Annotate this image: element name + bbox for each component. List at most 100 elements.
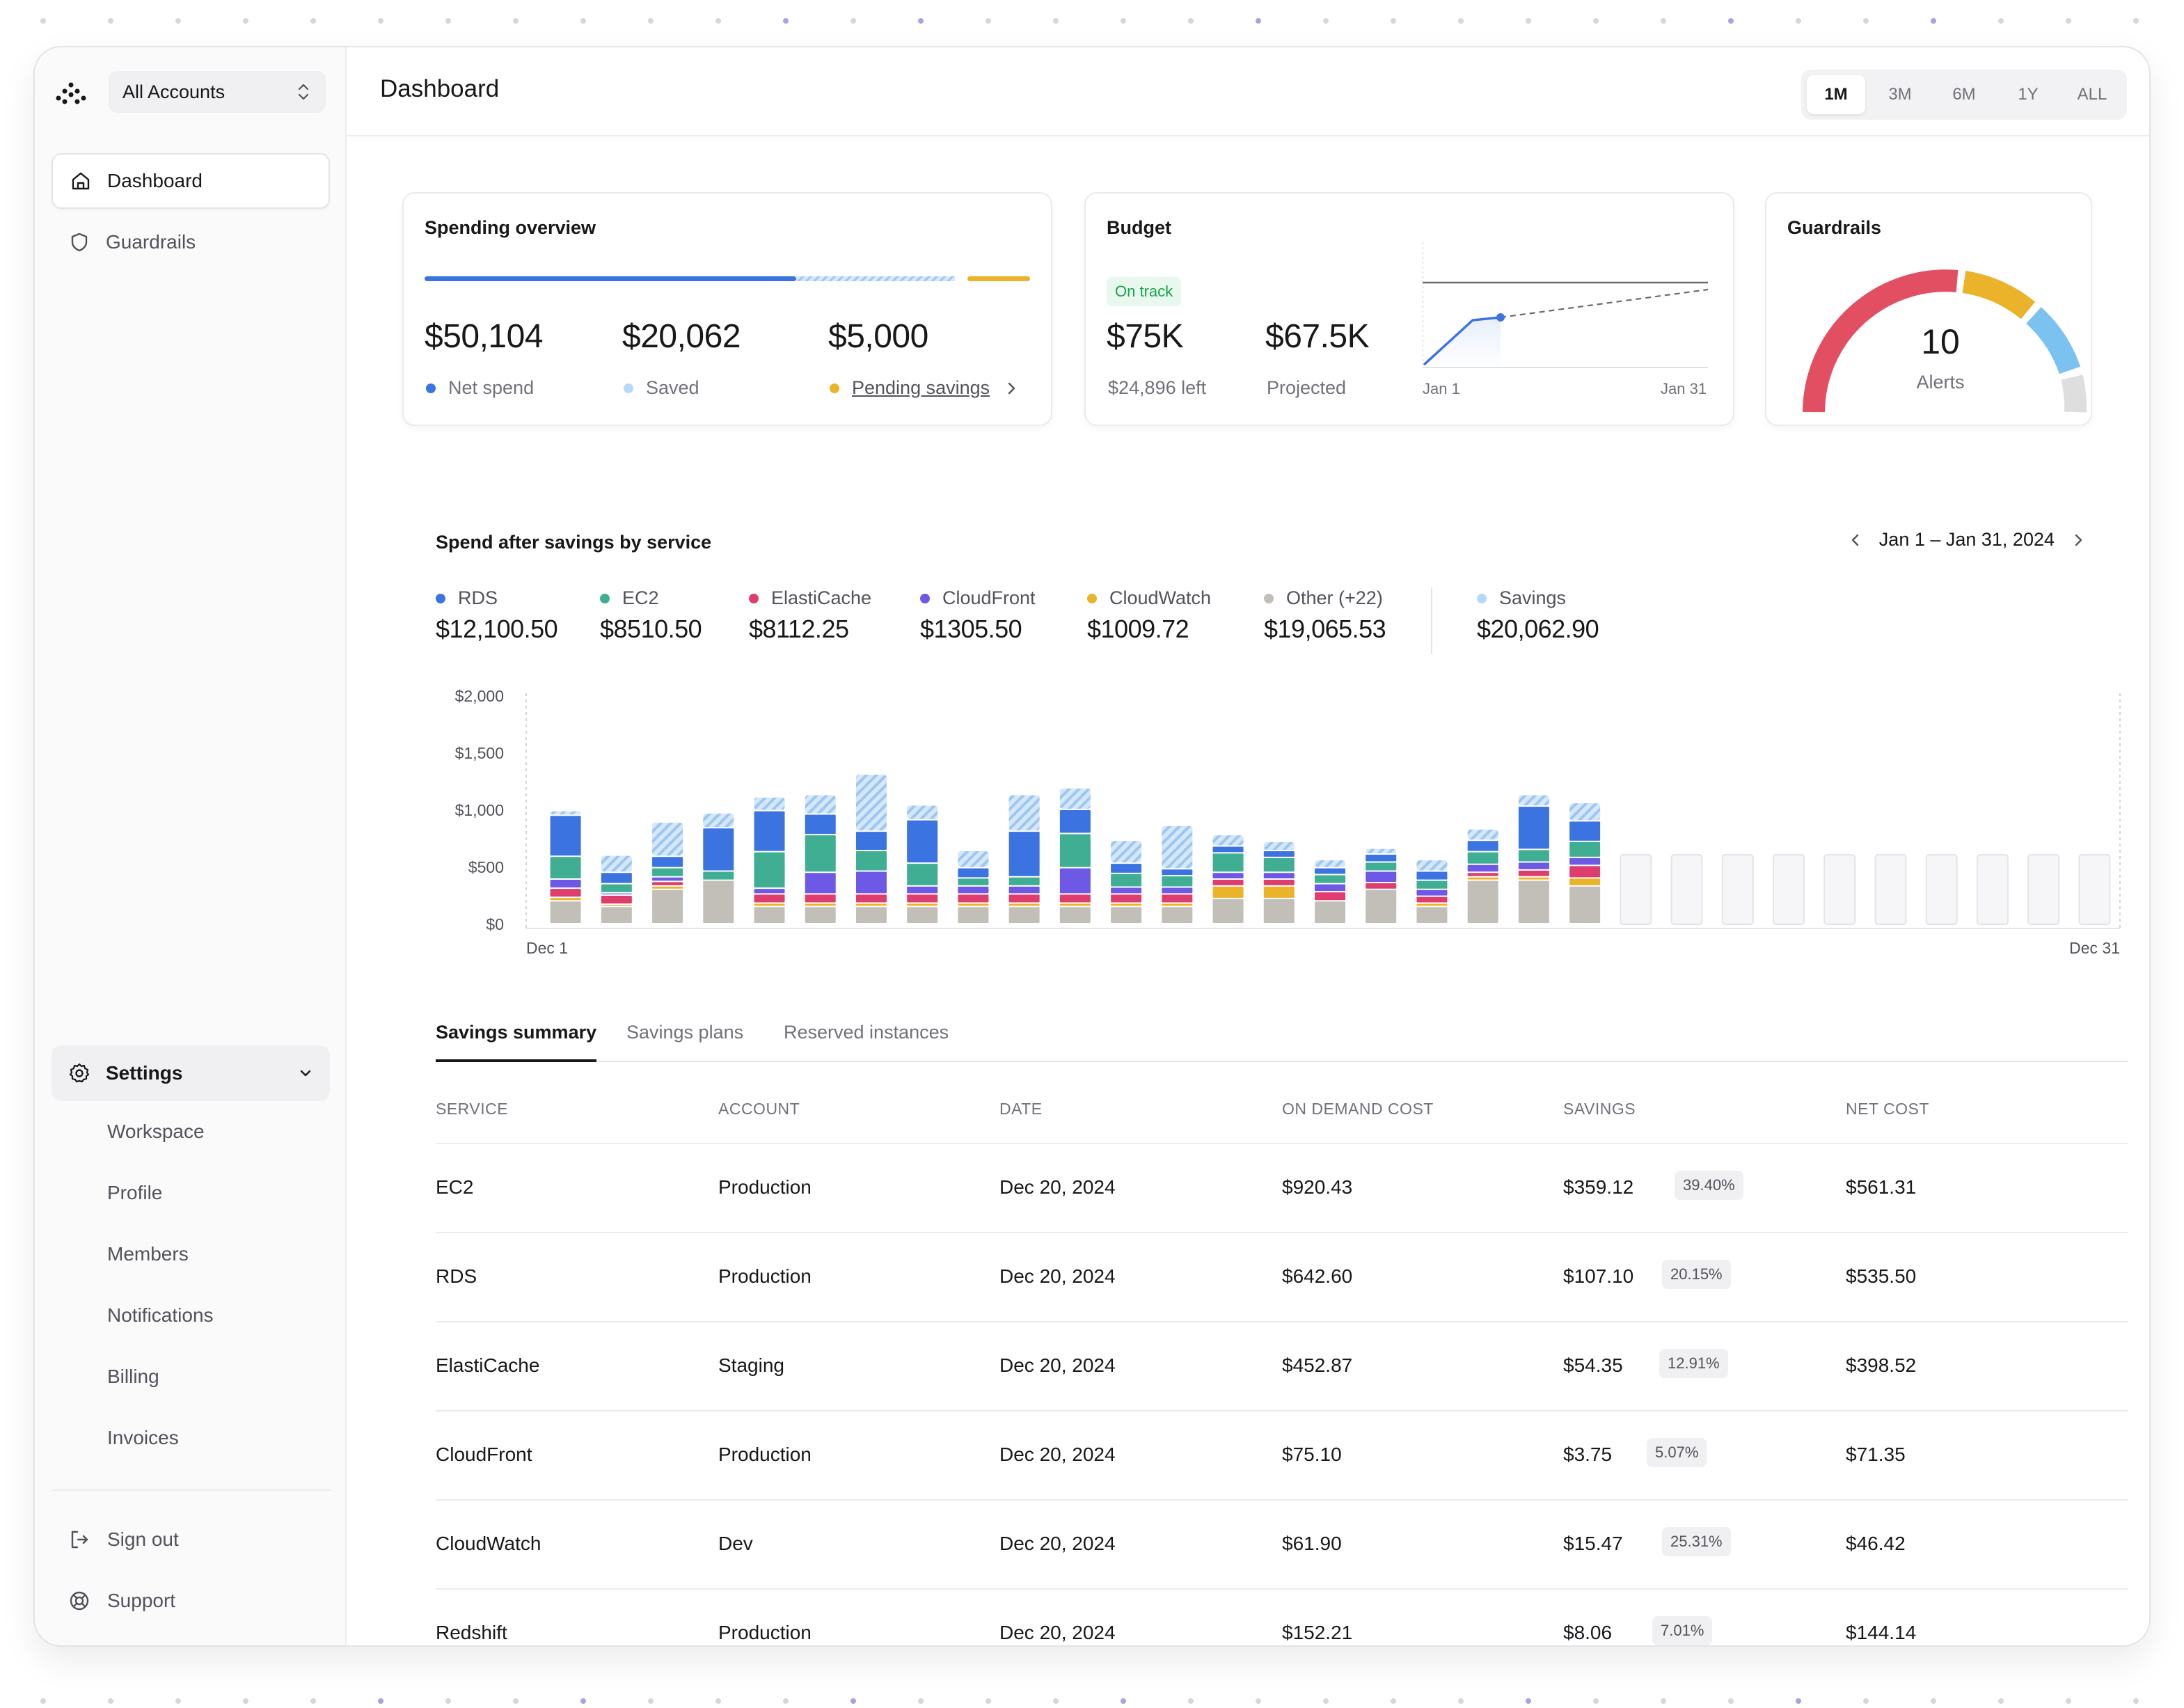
- savings-cell: $3.75: [1563, 1444, 1613, 1465]
- table-row[interactable]: CloudFront Production Dec 20, 2024 $75.10 $3…: [436, 1410, 2128, 1499]
- savings-cell: $8.06: [1563, 1622, 1613, 1643]
- decorative-dot: [1256, 18, 1261, 24]
- savings-percent-badge: 7.01%: [1652, 1616, 1713, 1645]
- decorative-dot: [986, 18, 991, 24]
- net-cost-cell: $71.35: [1846, 1444, 1906, 1465]
- bar-segment-elasticache: [1008, 894, 1040, 903]
- tab-reserved-instances[interactable]: Reserved instances: [784, 1022, 949, 1062]
- decorative-dot: [648, 18, 654, 24]
- table-row[interactable]: ElastiCache Staging Dec 20, 2024 $452.87 $54…: [436, 1321, 2128, 1410]
- date-cell: Dec 20, 2024: [999, 1622, 1116, 1643]
- bar-segment-ec2: [1162, 876, 1193, 887]
- net-cost-cell: $144.14: [1846, 1622, 1917, 1643]
- table-row[interactable]: RDS Production Dec 20, 2024 $642.60 $107.10 $…: [436, 1232, 2128, 1321]
- saved-segment: [796, 276, 955, 281]
- bar-segment-rds: [1263, 851, 1295, 857]
- guardrails-card-title: Guardrails: [1787, 217, 1882, 238]
- column-header-account[interactable]: ACCOUNT: [718, 1100, 800, 1118]
- support-button[interactable]: Support: [68, 1590, 175, 1612]
- decorative-dot: [243, 1698, 248, 1704]
- range-3m-button[interactable]: 3M: [1871, 75, 1929, 114]
- bar-segment-other: [958, 907, 989, 923]
- tab-savings-summary[interactable]: Savings summary: [436, 1022, 597, 1062]
- range-1m-button[interactable]: 1M: [1807, 75, 1865, 114]
- account-selector[interactable]: All Accounts: [109, 71, 326, 113]
- savings-cell: $54.35: [1563, 1354, 1623, 1376]
- settings-item-workspace[interactable]: Workspace: [107, 1121, 205, 1143]
- settings-item-billing[interactable]: Billing: [107, 1366, 159, 1388]
- bar-segment-savings: [754, 797, 785, 810]
- sign-out-label: Sign out: [107, 1528, 179, 1550]
- range-6m-button[interactable]: 6M: [1935, 75, 1993, 114]
- sidebar: All Accounts Dashboard Guardrails Settin…: [35, 47, 347, 1645]
- bar-segment-other: [1518, 880, 1549, 923]
- bar-segment-rds: [1569, 821, 1601, 841]
- future-bar-placeholder: [1874, 854, 1907, 925]
- bar-segment-cloudwatch: [1263, 886, 1295, 898]
- tab-savings-plans[interactable]: Savings plans: [626, 1022, 743, 1062]
- account-cell: Production: [718, 1265, 812, 1287]
- bar-segment-cloudfront: [855, 871, 887, 894]
- date-cell: Dec 20, 2024: [999, 1444, 1116, 1465]
- settings-item-members[interactable]: Members: [107, 1243, 189, 1265]
- decorative-dot: [108, 1698, 113, 1704]
- decorative-dot: [1323, 18, 1329, 24]
- projected-value: $67.5K: [1265, 318, 1370, 355]
- column-header-savings[interactable]: SAVINGS: [1563, 1100, 1636, 1118]
- range-1y-button[interactable]: 1Y: [1999, 75, 2057, 114]
- decorative-dot: [2133, 18, 2139, 24]
- table-row[interactable]: CloudWatch Dev Dec 20, 2024 $61.90 $15.47 $46…: [436, 1499, 2128, 1588]
- bar-segment-other: [1111, 907, 1142, 923]
- decorative-dot: [1458, 1698, 1464, 1704]
- decorative-dot: [986, 1698, 991, 1704]
- future-bar-placeholder: [1670, 854, 1703, 925]
- savings-percent-badge: 20.15%: [1662, 1260, 1731, 1289]
- account-cell: Staging: [718, 1354, 784, 1376]
- bar-segment-rds: [1467, 841, 1498, 851]
- range-all-button[interactable]: ALL: [2063, 75, 2121, 114]
- table-row[interactable]: Redshift Production Dec 20, 2024 $152.21 $8.…: [436, 1588, 2128, 1645]
- future-bar-placeholder: [1620, 854, 1652, 925]
- column-header-net-cost[interactable]: NET COST: [1846, 1100, 1929, 1118]
- decorative-dot: [1728, 18, 1734, 24]
- legend-value: $12,100.50: [436, 615, 558, 643]
- legend-dot: [1477, 593, 1487, 603]
- column-header-service[interactable]: SERVICE: [436, 1100, 508, 1118]
- column-header-date[interactable]: DATE: [999, 1100, 1043, 1118]
- sign-out-button[interactable]: Sign out: [68, 1528, 179, 1551]
- legend-value: $1305.50: [920, 615, 1022, 643]
- bar-segment-other: [1162, 907, 1193, 923]
- bar-segment-rds: [652, 857, 683, 867]
- settings-item-notifications[interactable]: Notifications: [107, 1304, 214, 1327]
- column-header-on-demand-cost[interactable]: ON DEMAND COST: [1282, 1100, 1434, 1118]
- account-cell: Dev: [718, 1533, 753, 1554]
- decorative-dot: [2066, 18, 2071, 24]
- settings-item-profile[interactable]: Profile: [107, 1182, 162, 1204]
- spend-bar-chart: $2,000 $1,500 $1,000 $500 $0 Dec 1 Dec 31: [455, 687, 2121, 957]
- saved-dot: [624, 383, 633, 393]
- pending-savings-link[interactable]: Pending savings: [830, 377, 1018, 399]
- guardrails-card[interactable]: Guardrails 10 Alerts: [1765, 192, 2092, 426]
- decorative-dot: [1391, 1698, 1396, 1704]
- bar-segment-cloudwatch: [1111, 903, 1142, 906]
- bar-segment-savings: [805, 795, 836, 814]
- account-cell: Production: [718, 1622, 812, 1643]
- sidebar-item-dashboard[interactable]: Dashboard: [52, 153, 330, 209]
- bar-segment-savings: [1416, 860, 1448, 871]
- savings-percent-badge: 5.07%: [1647, 1438, 1707, 1467]
- bar-segment-elasticache: [1263, 880, 1295, 885]
- sidebar-item-guardrails[interactable]: Guardrails: [52, 214, 330, 270]
- settings-item-invoices[interactable]: Invoices: [107, 1427, 179, 1449]
- bottom-dots: [0, 1698, 2184, 1708]
- bar-segment-cloudwatch: [855, 903, 887, 906]
- bar-segment-savings: [1366, 848, 1397, 853]
- settings-toggle[interactable]: Settings: [52, 1045, 330, 1101]
- chevron-right-icon[interactable]: [2071, 532, 2085, 548]
- table-row[interactable]: EC2 Production Dec 20, 2024 $920.43 $359.12 $…: [436, 1143, 2128, 1232]
- on-demand-cost-cell: $75.10: [1282, 1444, 1342, 1465]
- bar-segment-ec2: [1366, 862, 1397, 871]
- decorative-dot: [850, 1698, 856, 1704]
- chevron-left-icon[interactable]: [1849, 532, 1862, 548]
- future-bar-placeholder: [2078, 854, 2111, 925]
- budget-x-end: Jan 31: [1661, 380, 1707, 397]
